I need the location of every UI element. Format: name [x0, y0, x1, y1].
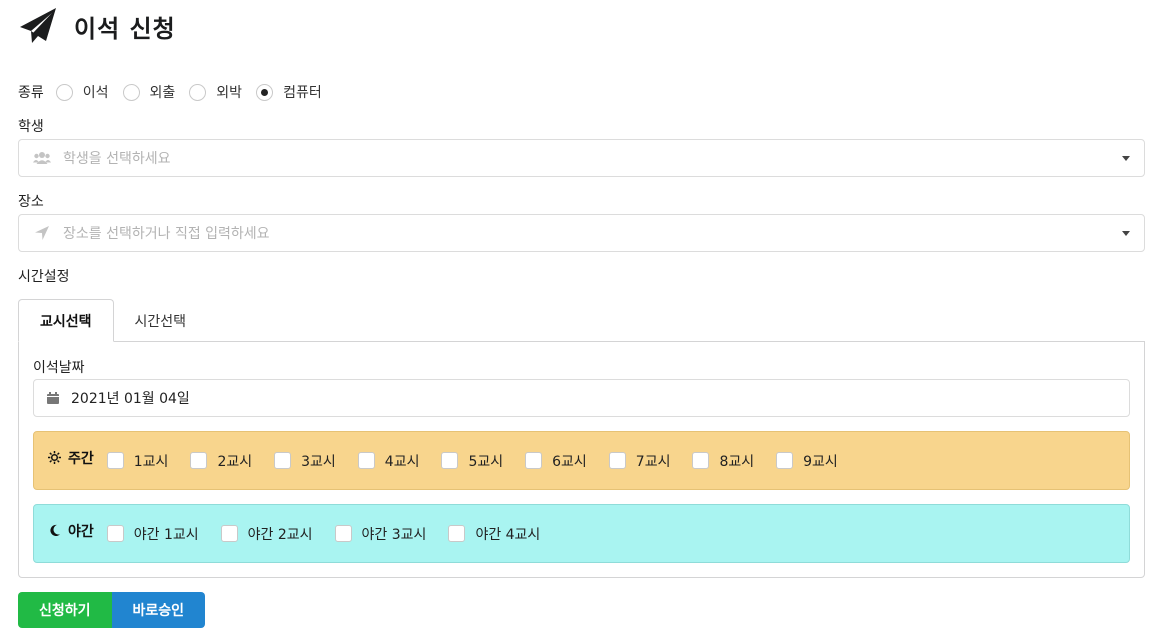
- period-checkbox-2[interactable]: 2교시: [190, 451, 260, 471]
- night-period-checkbox-3[interactable]: 야간 3교시: [334, 524, 435, 544]
- date-label: 이석날짜: [33, 360, 85, 376]
- period-checkbox-5[interactable]: 5교시: [441, 451, 511, 471]
- radio-option-label: 외출: [149, 85, 176, 101]
- night-period-checkbox-1[interactable]: 야간 1교시: [106, 524, 207, 544]
- checkbox[interactable]: [274, 452, 292, 469]
- radio-button[interactable]: [189, 83, 207, 101]
- action-button-group: 신청하기 바로승인: [18, 592, 206, 628]
- radio-button[interactable]: [122, 83, 140, 101]
- type-label: 종류: [18, 85, 44, 101]
- checkbox[interactable]: [776, 452, 794, 469]
- period-label: 야간 2교시: [247, 526, 313, 543]
- period-checkbox-9[interactable]: 9교시: [776, 451, 846, 471]
- period-label: 8교시: [719, 453, 755, 470]
- radio-option-label: 외박: [216, 85, 243, 101]
- period-checkbox-7[interactable]: 7교시: [608, 451, 679, 471]
- checkbox[interactable]: [220, 525, 238, 542]
- checkbox[interactable]: [441, 452, 459, 469]
- night-period-segment: 야간 야간 1교시 야간 2교시 야간 3교시 야간 4교시: [33, 504, 1130, 563]
- checkbox[interactable]: [448, 525, 466, 542]
- checkbox[interactable]: [692, 452, 710, 469]
- type-radio-group: 종류 이석 외출 외박 컴퓨터: [18, 82, 336, 102]
- radio-button[interactable]: [55, 83, 73, 101]
- dropdown-caret-icon[interactable]: [1122, 230, 1130, 236]
- location-arrow-icon: [33, 224, 51, 242]
- period-checkbox-8[interactable]: 8교시: [692, 451, 762, 471]
- dropdown-caret-icon[interactable]: [1122, 155, 1130, 161]
- page-title: 이석 신청: [74, 14, 176, 43]
- radio-option-label: 컴퓨터: [283, 85, 322, 101]
- period-checkbox-1[interactable]: 1교시: [106, 451, 177, 471]
- page-header: 이석 신청: [18, 6, 176, 46]
- time-settings-tabs: 교시선택 시간선택: [18, 299, 207, 342]
- users-icon: [33, 149, 51, 167]
- checkbox[interactable]: [608, 452, 626, 469]
- period-select-panel: 이석날짜 2021년 01월 04일 주간 1교시 2교시 3교시 4교시 5교…: [18, 341, 1145, 578]
- approve-now-button[interactable]: 바로승인: [111, 592, 206, 628]
- place-select[interactable]: 장소를 선택하거나 직접 입력하세요: [18, 214, 1145, 252]
- place-label: 장소: [18, 194, 44, 210]
- tab-time-select[interactable]: 시간선택: [114, 299, 208, 342]
- period-label: 9교시: [803, 453, 838, 470]
- time-settings-label: 시간설정: [18, 269, 70, 285]
- student-select[interactable]: 학생을 선택하세요: [18, 139, 1145, 177]
- night-period-checkbox-4[interactable]: 야간 4교시: [448, 524, 548, 544]
- period-label: 3교시: [301, 453, 336, 470]
- calendar-icon: [46, 391, 60, 405]
- period-label: 야간 4교시: [475, 526, 541, 543]
- period-checkbox-4[interactable]: 4교시: [357, 451, 428, 471]
- period-label: 야간 3교시: [361, 526, 427, 543]
- sun-icon: [48, 451, 61, 464]
- radio-option-outing[interactable]: 외출: [122, 82, 176, 102]
- period-checkbox-3[interactable]: 3교시: [274, 451, 344, 471]
- period-checkbox-6[interactable]: 6교시: [525, 451, 595, 471]
- period-label: 7교시: [635, 453, 671, 470]
- paper-plane-icon: [20, 8, 56, 43]
- radio-button-checked[interactable]: [256, 83, 274, 101]
- date-input[interactable]: 2021년 01월 04일: [33, 379, 1130, 417]
- period-label: 6교시: [552, 453, 587, 470]
- period-label: 2교시: [217, 453, 253, 470]
- period-label: 1교시: [133, 453, 169, 470]
- checkbox[interactable]: [525, 452, 543, 469]
- checkbox[interactable]: [357, 452, 375, 469]
- night-period-checkbox-2[interactable]: 야간 2교시: [220, 524, 321, 544]
- radio-option-leave-seat[interactable]: 이석: [55, 82, 109, 102]
- student-label: 학생: [18, 119, 44, 135]
- checkbox[interactable]: [106, 525, 124, 542]
- radio-option-computer[interactable]: 컴퓨터: [256, 82, 322, 102]
- student-select-placeholder: 학생을 선택하세요: [63, 151, 171, 167]
- date-value: 2021년 01월 04일: [71, 391, 190, 407]
- place-select-placeholder: 장소를 선택하거나 직접 입력하세요: [63, 226, 270, 242]
- radio-option-overnight[interactable]: 외박: [189, 82, 242, 102]
- checkbox[interactable]: [334, 525, 352, 542]
- day-label: 주간: [68, 450, 94, 467]
- day-period-segment: 주간 1교시 2교시 3교시 4교시 5교시 6교시 7교시 8교시 9교시: [33, 431, 1130, 490]
- moon-icon: [48, 524, 61, 537]
- checkbox[interactable]: [190, 452, 208, 469]
- tab-period-select[interactable]: 교시선택: [18, 299, 114, 342]
- night-label: 야간: [68, 523, 94, 540]
- checkbox[interactable]: [106, 452, 124, 469]
- radio-option-label: 이석: [82, 85, 109, 101]
- apply-button[interactable]: 신청하기: [18, 592, 112, 628]
- period-label: 야간 1교시: [133, 526, 199, 543]
- period-label: 4교시: [384, 453, 420, 470]
- night-header: 야간: [48, 521, 94, 541]
- day-header: 주간: [48, 448, 94, 468]
- period-label: 5교시: [468, 453, 504, 470]
